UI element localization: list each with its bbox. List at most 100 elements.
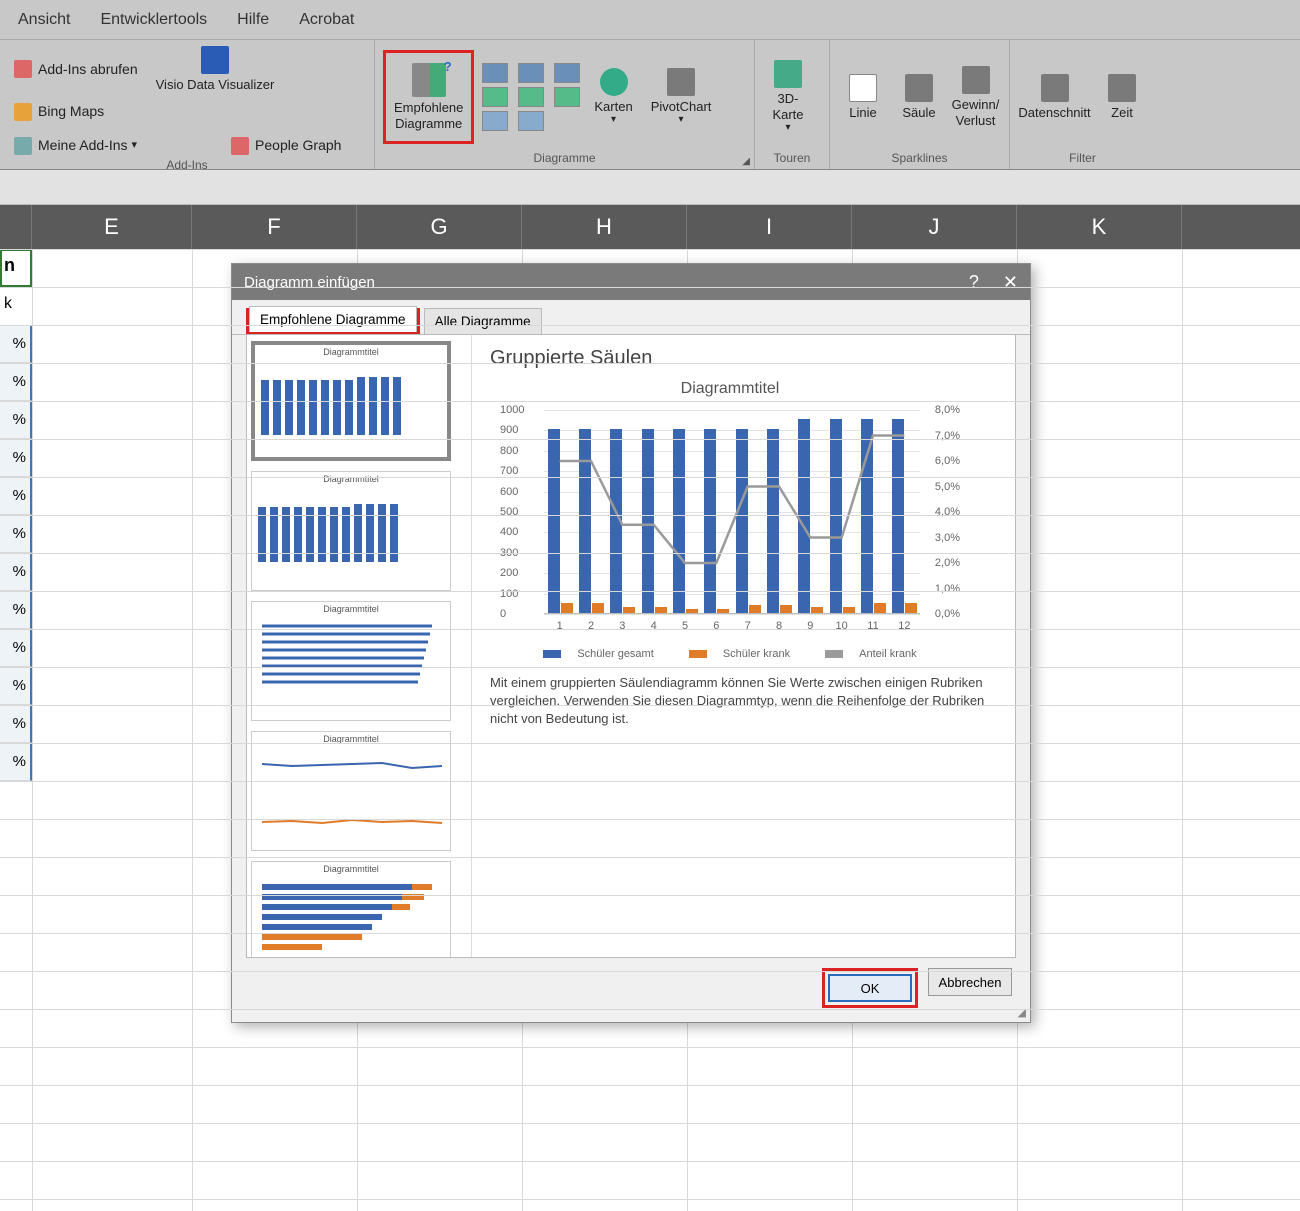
x-axis-tick: 6: [713, 620, 719, 632]
y2-axis-tick: 2,0%: [935, 557, 960, 569]
chart-type-heading: Gruppierte Säulen: [490, 347, 997, 370]
chevron-down-icon: ▾: [611, 114, 616, 126]
column-header[interactable]: H: [522, 205, 687, 249]
y-axis-tick: 600: [500, 486, 518, 498]
chart-bar: [655, 607, 667, 613]
cancel-button[interactable]: Abbrechen: [928, 968, 1012, 996]
cell-value[interactable]: %: [0, 401, 32, 439]
chart-bar: [561, 603, 573, 613]
menu-item[interactable]: Acrobat: [299, 11, 354, 29]
chart-bar: [874, 603, 886, 613]
x-axis-tick: 8: [776, 620, 782, 632]
column-header[interactable]: F: [192, 205, 357, 249]
cell-value[interactable]: %: [0, 743, 32, 781]
people-graph-button[interactable]: People Graph: [225, 135, 347, 157]
chevron-down-icon: ▾: [132, 139, 138, 152]
chart-type-column[interactable]: [552, 59, 582, 135]
ok-button[interactable]: OK: [828, 974, 912, 1002]
y2-axis-tick: 4,0%: [935, 506, 960, 518]
column-header[interactable]: I: [687, 205, 852, 249]
cell-value[interactable]: %: [0, 591, 32, 629]
3d-map-icon: [774, 60, 802, 88]
insert-chart-dialog: Diagramm einfügen ? ✕ Empfohlene Diagram…: [231, 263, 1031, 1023]
ribbon: Add-Ins abrufen Visio Data Visualizer Bi…: [0, 40, 1300, 170]
dialog-tabs: Empfohlene Diagramme Alle Diagramme: [232, 300, 1030, 335]
cell-value[interactable]: %: [0, 477, 32, 515]
chevron-down-icon: ▾: [679, 114, 684, 126]
dialog-launcher-icon[interactable]: ◢: [742, 156, 750, 167]
column-header[interactable]: K: [1017, 205, 1182, 249]
cell-value[interactable]: %: [0, 705, 32, 743]
highlight-marker: Empfohlene Diagramme: [246, 308, 420, 334]
3d-map-button[interactable]: 3D-Karte▾: [763, 58, 813, 136]
chart-type-column[interactable]: [516, 59, 546, 135]
chart-thumbnail[interactable]: Diagrammtitel: [251, 861, 451, 957]
sparkline-column-button[interactable]: Säule: [894, 72, 944, 123]
chart-bar: [861, 419, 873, 613]
chart-bar: [610, 429, 622, 613]
cell-value[interactable]: %: [0, 325, 32, 363]
line-chart-icon: [518, 63, 544, 83]
menu-item[interactable]: Entwicklertools: [100, 11, 207, 29]
menu-bar: Ansicht Entwicklertools Hilfe Acrobat: [0, 0, 1300, 40]
slicer-button[interactable]: Datenschnitt: [1018, 72, 1091, 123]
recommended-charts-button[interactable]: ? Empfohlene Diagramme: [383, 50, 474, 144]
chart-thumbnail-list[interactable]: Diagrammtitel Diagrammtitel Diagrammtite…: [247, 335, 472, 957]
stat-chart-icon: [518, 87, 544, 107]
group-label-filter: Filter: [1018, 150, 1147, 167]
store-icon: [14, 60, 32, 78]
select-all-corner[interactable]: [0, 205, 32, 249]
chart-thumbnail[interactable]: Diagrammtitel: [251, 601, 451, 721]
get-addins-button[interactable]: Add-Ins abrufen: [8, 58, 144, 80]
y-axis-tick: 200: [500, 567, 518, 579]
timeline-button[interactable]: Zeit: [1097, 72, 1147, 123]
help-button[interactable]: ?: [969, 272, 979, 293]
chart-bar: [892, 419, 904, 613]
maps-button[interactable]: Karten▾: [588, 66, 638, 129]
resize-grip-icon[interactable]: ◢: [1018, 1006, 1026, 1019]
column-header[interactable]: E: [32, 205, 192, 249]
chart-thumbnail[interactable]: Diagrammtitel: [251, 731, 451, 851]
sparkline-winloss-icon: [962, 66, 990, 94]
scatter-chart-icon: [482, 111, 508, 131]
x-axis-tick: 11: [867, 620, 878, 632]
cell-value[interactable]: %: [0, 363, 32, 401]
column-header[interactable]: J: [852, 205, 1017, 249]
chart-type-column[interactable]: [480, 59, 510, 135]
close-button[interactable]: ✕: [1003, 272, 1018, 293]
legend-swatch: [543, 650, 561, 658]
cell-value[interactable]: %: [0, 629, 32, 667]
cell-value[interactable]: %: [0, 515, 32, 553]
cell-value[interactable]: %: [0, 667, 32, 705]
menu-item[interactable]: Hilfe: [237, 11, 269, 29]
bar-chart-icon: [482, 63, 508, 83]
legend-swatch: [825, 650, 843, 658]
my-addins-button[interactable]: Meine Add-Ins ▾: [8, 135, 143, 157]
menu-item[interactable]: Ansicht: [18, 11, 70, 29]
tab-recommended[interactable]: Empfohlene Diagramme: [249, 306, 417, 332]
bing-maps-button[interactable]: Bing Maps: [8, 101, 110, 123]
cell-value[interactable]: %: [0, 439, 32, 477]
cell-value[interactable]: %: [0, 553, 32, 591]
worksheet-grid[interactable]: % % % % % % % % % % % % n k /* drawn via…: [0, 249, 1300, 1211]
sparkline-winloss-button[interactable]: Gewinn/Verlust: [950, 64, 1001, 130]
pivotchart-button[interactable]: PivotChart▾: [645, 66, 718, 129]
visio-button[interactable]: Visio Data Visualizer: [150, 44, 281, 95]
chart-bar: [642, 429, 654, 613]
y-axis-tick: 1000: [500, 404, 524, 416]
dialog-titlebar[interactable]: Diagramm einfügen ? ✕: [232, 264, 1030, 300]
slicer-icon: [1041, 74, 1069, 102]
sparkline-line-button[interactable]: Linie: [838, 72, 888, 123]
tab-all-charts[interactable]: Alle Diagramme: [424, 308, 542, 334]
column-header[interactable]: G: [357, 205, 522, 249]
chart-thumbnail[interactable]: Diagrammtitel: [251, 471, 451, 591]
formula-bar[interactable]: [0, 170, 1300, 205]
x-axis-tick: 4: [651, 620, 657, 632]
visio-icon: [201, 46, 229, 74]
chart-preview[interactable]: Diagrammtitel Schüler gesamt Schüler kra…: [490, 380, 970, 660]
y2-axis-tick: 5,0%: [935, 481, 960, 493]
sparkline-column-icon: [905, 74, 933, 102]
group-label-charts: Diagramme: [383, 150, 746, 167]
y-axis-tick: 800: [500, 445, 518, 457]
waterfall-chart-icon: [554, 87, 580, 107]
